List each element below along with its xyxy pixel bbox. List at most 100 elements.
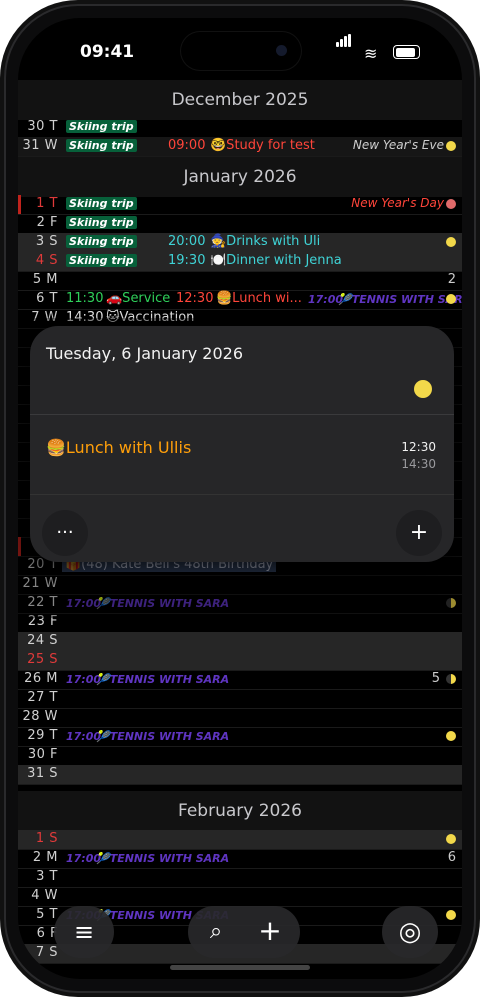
day-row-feb-3[interactable]: 3 T (18, 868, 462, 888)
day-label: 3 S (35, 234, 58, 249)
day-label: 7 S (35, 945, 58, 960)
day-row-jan-31[interactable]: 31 S (18, 765, 462, 785)
lunch-event[interactable]: 🍔Lunch wi... (216, 291, 302, 306)
day-label: 30 F (27, 747, 58, 762)
day-label: 4 W (31, 888, 58, 903)
day-row-jan-1[interactable]: 1 T Skiing trip New Year's Day (18, 195, 462, 215)
day-label: 25 S (27, 652, 58, 667)
day-row-jan-5[interactable]: 5 M 2 (18, 271, 462, 291)
day-row-dec-30[interactable]: 30 T Skiing trip (18, 118, 462, 138)
status-bar: 09:41 ≋ (18, 18, 462, 80)
day-label: 2 F (36, 215, 58, 230)
holiday-label: New Year's Day (351, 196, 444, 210)
today-marker (18, 195, 21, 214)
day-row-jan-25[interactable]: 25 S (18, 651, 462, 671)
menu-icon: ≡ (73, 918, 95, 946)
moon-phase-icon (446, 294, 456, 304)
skiing-event[interactable]: Skiing trip (66, 197, 137, 210)
day-row-jan-30[interactable]: 30 F (18, 746, 462, 766)
service-event[interactable]: 🚗Service (106, 291, 170, 306)
day-row-feb-1[interactable]: 1 S (18, 830, 462, 850)
day-row-feb-2[interactable]: 2 M 17:00 🎾TENNIS WITH SARA 6 (18, 849, 462, 869)
event-time: 19:30 (168, 253, 206, 268)
skiing-event[interactable]: Skiing trip (66, 120, 137, 133)
holiday-label: New Year's Eve (352, 138, 444, 152)
popup-event-end: 14:30 (401, 457, 436, 471)
day-label: 30 T (27, 119, 58, 134)
day-label: 26 M (24, 671, 58, 686)
month-header-january: January 2026 (18, 157, 462, 197)
moon-phase-icon (446, 237, 456, 247)
search-icon[interactable]: ⌕ (202, 916, 230, 948)
month-header-december: December 2025 (18, 80, 462, 120)
search-add-pill: ⌕ + (188, 906, 300, 958)
week-number: 2 (447, 272, 456, 287)
day-row-jan-26[interactable]: 26 M 17:00 🎾TENNIS WITH SARA 5 (18, 670, 462, 690)
skiing-event[interactable]: Skiing trip (66, 216, 137, 229)
skiing-event[interactable]: Skiing trip (66, 254, 137, 267)
add-icon[interactable]: + (256, 914, 284, 948)
menu-button[interactable]: ≡ (54, 906, 114, 958)
event-time: 11:30 (66, 291, 104, 306)
tennis-event[interactable]: 🎾TENNIS WITH SARA (96, 673, 229, 686)
month-header-february: February 2026 (18, 791, 462, 831)
moon-phase-icon (446, 674, 456, 684)
popup-event-title[interactable]: 🍔Lunch with Ullis (46, 438, 191, 457)
target-button[interactable]: ◎ (382, 906, 438, 958)
popup-event-start: 12:30 (401, 440, 436, 454)
day-row-jan-27[interactable]: 27 T (18, 689, 462, 709)
day-label: 24 S (27, 633, 58, 648)
day-label: 4 S (35, 253, 58, 268)
day-label: 1 T (36, 196, 58, 211)
day-label: 31 W (22, 138, 58, 153)
day-label: 6 T (36, 291, 58, 306)
day-label: 2 M (32, 850, 58, 865)
divider (30, 494, 454, 495)
moon-phase-icon (446, 834, 456, 844)
phone-frame: 09:41 ≋ December 2025 30 T Skiing trip 3… (4, 4, 476, 993)
status-time: 09:41 (80, 42, 135, 62)
day-label: 5 M (32, 272, 58, 287)
week-number: 6 (447, 850, 456, 865)
day-row-dec-31[interactable]: 31 W Skiing trip 09:00 🤓Study for test N… (18, 137, 462, 157)
wifi-icon: ≋ (364, 44, 378, 63)
moon-phase-icon (446, 199, 456, 209)
moon-phase-icon (446, 141, 456, 151)
home-indicator (170, 965, 310, 970)
drinks-event[interactable]: 🧙Drinks with Uli (210, 234, 320, 249)
day-row-jan-24[interactable]: 24 S (18, 632, 462, 652)
tennis-event[interactable]: 🎾TENNIS WITH SARA (96, 852, 229, 865)
divider (30, 414, 454, 415)
day-detail-popup[interactable]: Tuesday, 6 January 2026 🍔Lunch with Ulli… (30, 326, 454, 562)
event-time: 09:00 (168, 138, 206, 153)
skiing-event[interactable]: Skiing trip (66, 139, 137, 152)
day-row-jan-6[interactable]: 6 T 11:30 🚗Service 12:30 🍔Lunch wi... 17… (18, 290, 462, 310)
event-time: 20:00 (168, 234, 206, 249)
day-row-jan-4[interactable]: 4 S Skiing trip 19:30 🍽️Dinner with Jenn… (18, 252, 462, 272)
day-row-jan-29[interactable]: 29 T 17:00 🎾TENNIS WITH SARA (18, 727, 462, 747)
popup-date-title: Tuesday, 6 January 2026 (46, 344, 243, 363)
dynamic-island (181, 32, 301, 70)
add-event-button[interactable]: + (396, 510, 442, 556)
day-row-feb-4[interactable]: 4 W (18, 887, 462, 907)
day-row-jan-3[interactable]: 3 S Skiing trip 20:00 🧙Drinks with Uli (18, 233, 462, 253)
moon-phase-icon (446, 910, 456, 920)
day-label: 1 S (35, 831, 58, 846)
camera-icon (276, 45, 287, 56)
skiing-event[interactable]: Skiing trip (66, 235, 137, 248)
day-row-jan-28[interactable]: 28 W (18, 708, 462, 728)
study-event[interactable]: 🤓Study for test (210, 138, 315, 153)
target-icon: ◎ (398, 917, 422, 947)
more-options-button[interactable]: ··· (42, 510, 88, 556)
day-label: 29 T (27, 728, 58, 743)
day-label: 31 S (27, 766, 58, 781)
day-label: 3 T (36, 869, 58, 884)
tennis-event[interactable]: 🎾TENNIS WITH SARA (338, 293, 462, 306)
tennis-event[interactable]: 🎾TENNIS WITH SARA (96, 730, 229, 743)
week-number: 5 (431, 671, 440, 686)
day-row-jan-2[interactable]: 2 F Skiing trip (18, 214, 462, 234)
dinner-event[interactable]: 🍽️Dinner with Jenna (210, 253, 342, 268)
day-label: 5 T (36, 907, 58, 922)
day-label: 27 T (27, 690, 58, 705)
day-label: 28 W (22, 709, 58, 724)
